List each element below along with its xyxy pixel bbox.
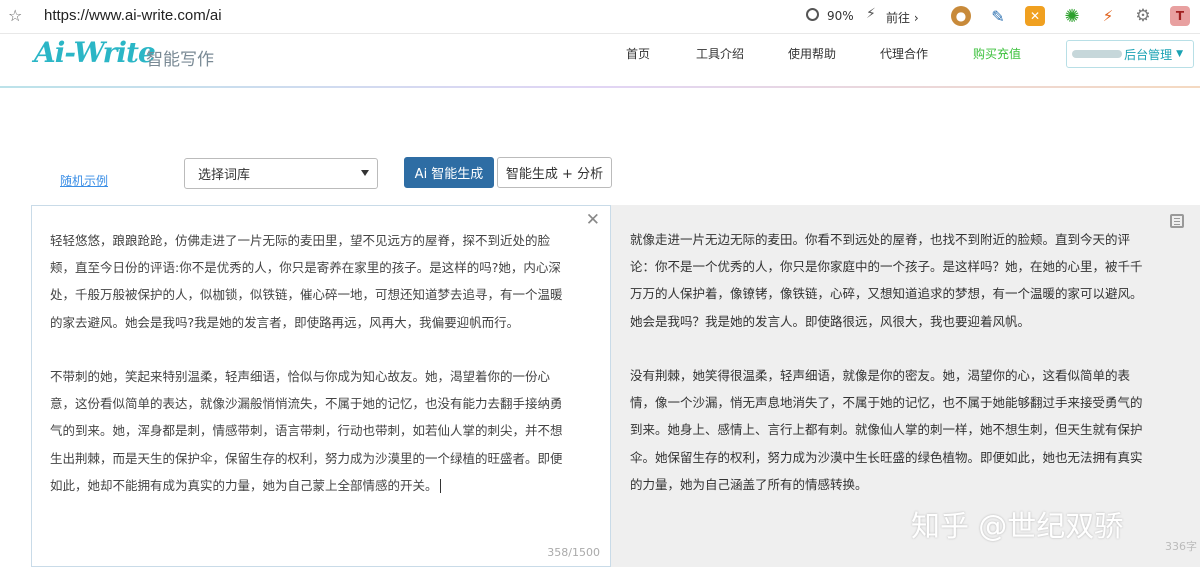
random-example-link[interactable]: 随机示例 xyxy=(60,172,108,189)
output-panel: 就像走进一片无边无际的麦田。你看不到远处的屋脊，也找不到附近的脸颊。直到今天的评… xyxy=(611,205,1200,567)
t-extension-icon[interactable]: T xyxy=(1170,6,1190,26)
nav-help[interactable]: 使用帮助 xyxy=(788,45,836,62)
input-text[interactable]: 轻轻悠悠，踉踉跄跄，仿佛走进了一片无际的麦田里，望不见远方的屋脊，探不到近处的脸… xyxy=(50,227,572,499)
input-textarea[interactable]: ✕ 轻轻悠悠，踉踉跄跄，仿佛走进了一片无际的麦田里，望不见远方的屋脊，探不到近处… xyxy=(31,205,611,567)
word-library-select[interactable]: 选择词库 xyxy=(184,158,378,189)
zoom-level[interactable]: 90% xyxy=(827,9,854,23)
forward-button[interactable]: 前往 › xyxy=(886,9,919,26)
gear-green-extension-icon[interactable]: ✺ xyxy=(1062,6,1082,27)
text-cursor xyxy=(439,479,441,494)
blurred-username xyxy=(1072,50,1123,58)
output-word-count: 336字 xyxy=(1165,540,1197,553)
browser-toolbar: ☆ https://www.ai-write.com/ai 90% ⚡ 前往 ›… xyxy=(0,0,1200,34)
generate-analyze-button[interactable]: 智能生成 + 分析 xyxy=(497,157,612,188)
cookie-extension-icon[interactable]: ● xyxy=(951,6,971,26)
nav-buy-recharge[interactable]: 购买充值 xyxy=(973,45,1021,62)
select-value: 选择词库 xyxy=(198,168,251,183)
header-divider xyxy=(0,86,1200,88)
x-extension-icon[interactable]: ✕ xyxy=(1025,6,1045,26)
admin-label: 后台管理 xyxy=(1124,47,1173,62)
flash-extension-icon[interactable]: ⚡ xyxy=(1098,6,1118,26)
bookmark-star-icon[interactable]: ☆ xyxy=(8,6,22,25)
site-logo-subtitle: 智能写作 xyxy=(146,50,214,70)
site-logo[interactable]: Ai-Write xyxy=(34,36,156,69)
character-counter: 358/1500 xyxy=(547,546,600,559)
zhihu-watermark: 知乎 @世纪双骄 xyxy=(911,509,1124,543)
admin-dropdown-button[interactable]: 后台管理 ▼ xyxy=(1066,40,1194,68)
output-text: 就像走进一片无边无际的麦田。你看不到远处的屋脊，也找不到附近的脸颊。直到今天的评… xyxy=(630,226,1150,498)
site-header: Ai-Write 智能写作 首页 工具介绍 使用帮助 代理合作 购买充值 后台管… xyxy=(0,34,1200,86)
nav-home[interactable]: 首页 xyxy=(626,45,650,62)
input-paragraph: 不带刺的她，笑起来特别温柔，轻声细语，恰似与你成为知心故友。她，渴望着你的一份心… xyxy=(50,369,563,494)
nav-tools-intro[interactable]: 工具介绍 xyxy=(696,45,744,62)
address-bar-url[interactable]: https://www.ai-write.com/ai xyxy=(44,7,222,24)
output-paragraph: 就像走进一片无边无际的麦田。你看不到远处的屋脊，也找不到附近的脸颊。直到今天的评… xyxy=(630,232,1143,329)
copy-icon[interactable] xyxy=(1170,214,1184,228)
input-paragraph: 轻轻悠悠，踉踉跄跄，仿佛走进了一片无际的麦田里，望不见远方的屋脊，探不到近处的脸… xyxy=(50,233,563,330)
zoom-icon[interactable] xyxy=(806,8,819,21)
settings-gear-icon[interactable]: ⚙ xyxy=(1133,6,1153,26)
output-paragraph: 没有荆棘，她笑得很温柔，轻声细语，就像是你的密友。她，渴望你的心，这看似简单的表… xyxy=(630,368,1143,492)
lightning-icon: ⚡ xyxy=(866,6,876,22)
caret-down-icon: ▼ xyxy=(1176,49,1183,59)
nav-agency[interactable]: 代理合作 xyxy=(880,45,928,62)
close-icon[interactable]: ✕ xyxy=(586,210,600,230)
eyedropper-extension-icon[interactable]: ✎ xyxy=(988,6,1008,26)
chevron-down-icon xyxy=(361,170,369,176)
ai-generate-button[interactable]: Ai 智能生成 xyxy=(404,157,494,188)
